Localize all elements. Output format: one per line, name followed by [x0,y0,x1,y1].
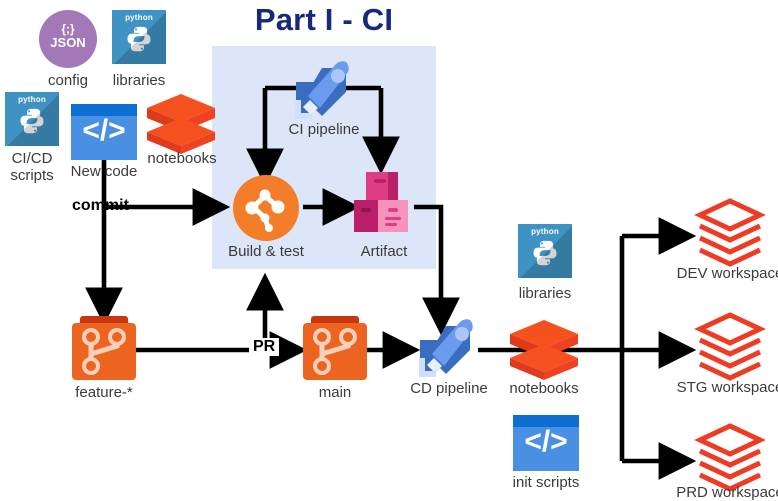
json-word-text: JSON [50,35,86,50]
edge-label-pr: PR [249,338,280,356]
code-window-icon: </> [513,415,579,471]
databricks-outline-icon [694,312,766,381]
node-label-dev-workspace: DEV workspace [676,265,778,282]
node-label-libraries-top: libraries [112,72,166,89]
node-label-stg-workspace: STG workspace [676,379,778,396]
edge-label-commit: commit [72,197,129,214]
node-label-libraries-mid: libraries [518,285,572,302]
databricks-outline-icon [694,423,766,492]
python-icon: python [518,224,572,278]
node-label-config: config [47,72,89,89]
node-label-new-code: New code [70,163,138,180]
code-glyph-text: </> [524,425,568,458]
code-window-icon: </> [71,104,137,160]
build-merge-icon [233,175,299,241]
rocket-pipeline-icon [419,319,473,377]
node-label-cd-pipeline: CD pipeline [410,380,488,397]
node-label-artifact: Artifact [360,243,408,260]
node-label-notebooks-top: notebooks [147,150,217,167]
node-label-init-scripts: init scripts [512,474,580,491]
git-repo-icon [72,316,136,380]
databricks-stack-icon [510,320,578,380]
databricks-stack-icon [147,94,215,154]
python-icon: python [5,92,59,146]
node-label-ci-pipeline: CI pipeline [288,121,360,138]
node-label-feature-branch: feature-* [75,384,133,401]
diagram-canvas: Part I - CI commit PR {;} JSON config li… [0,0,778,501]
diagram-title: Part I - CI [254,2,394,37]
node-label-main-branch: main [318,384,352,401]
code-glyph-text: </> [82,114,126,147]
git-repo-icon [303,316,367,380]
python-icon: python [112,10,166,64]
artifact-boxes-icon [354,172,408,232]
rocket-pipeline-icon [295,61,349,119]
node-label-build-test: Build & test [228,243,304,260]
json-circle-icon: {;} JSON [39,10,97,68]
node-label-prd-workspace: PRD workspace [676,484,778,501]
node-label-notebooks-mid: notebooks [509,380,579,397]
databricks-outline-icon [694,198,766,267]
